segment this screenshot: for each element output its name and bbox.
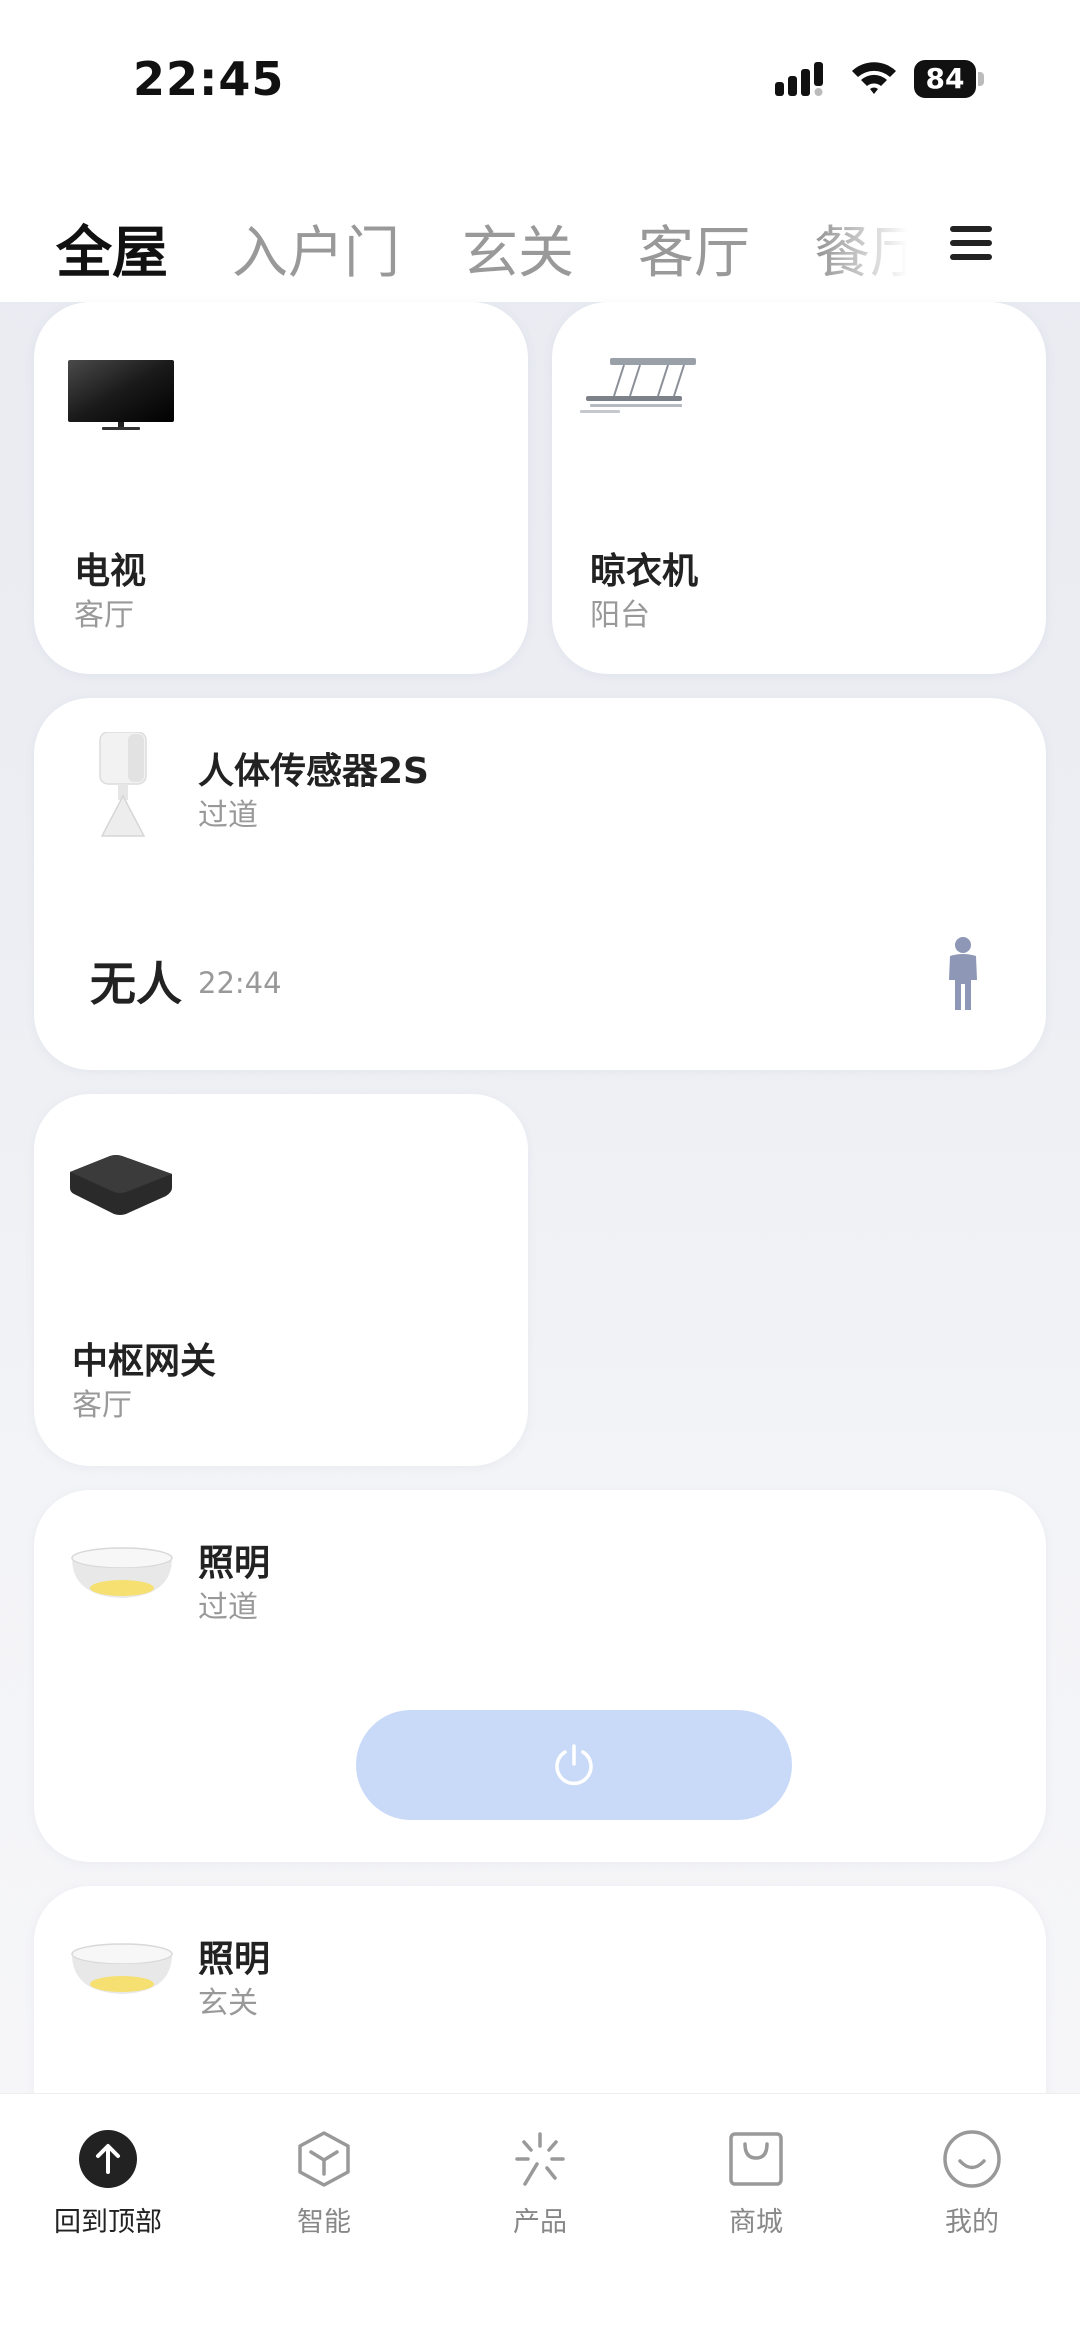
device-card-tv[interactable]: 电视 客厅 [34, 302, 528, 674]
arrow-up-icon [79, 2130, 137, 2188]
nav-back-to-top[interactable]: 回到顶部 [28, 2128, 188, 2239]
downlight-icon [71, 1547, 173, 1598]
device-card-motion-sensor[interactable]: 人体传感器2S 过道 无人 22:44 [34, 698, 1046, 1070]
power-icon [555, 1744, 593, 1786]
bottom-navigation: 回到顶部 智能 产品 商城 我的 [0, 2093, 1080, 2342]
status-time: 22:45 [133, 52, 285, 106]
wifi-icon [852, 62, 896, 94]
power-toggle-button[interactable] [356, 1710, 792, 1820]
device-card-drying-rack[interactable]: 晾衣机 阳台 [552, 302, 1046, 674]
device-room: 玄关 [198, 1986, 258, 2021]
sensor-last-time: 22:44 [198, 966, 282, 1000]
nav-store[interactable]: 商城 [676, 2128, 836, 2239]
smile-icon [943, 2130, 1001, 2188]
device-name: 人体传感器2S [198, 751, 429, 792]
gateway-hub-icon [70, 1155, 172, 1215]
room-tabs: 全屋 入户门 玄关 客厅 餐厅 [0, 160, 1080, 302]
nav-label: 我的 [945, 2207, 999, 2238]
cube-icon [298, 2131, 350, 2187]
tab-living-room[interactable]: 客厅 [638, 208, 750, 289]
battery-level: 84 [914, 60, 976, 98]
menu-icon[interactable] [950, 226, 992, 260]
tab-whole-house[interactable]: 全屋 [56, 208, 168, 289]
drying-rack-icon [580, 358, 696, 413]
device-name: 晾衣机 [590, 551, 699, 592]
nav-products[interactable]: 产品 [460, 2128, 620, 2239]
nav-label: 商城 [729, 2207, 783, 2238]
device-name: 电视 [74, 551, 147, 592]
nav-me[interactable]: 我的 [892, 2128, 1052, 2239]
tab-foyer[interactable]: 玄关 [462, 208, 574, 289]
nav-label: 产品 [513, 2207, 567, 2238]
status-bar: 22:45 84 [0, 0, 1080, 160]
downlight-icon [71, 1943, 173, 1994]
tab-entry-door[interactable]: 入户门 [232, 208, 400, 289]
nav-label: 回到顶部 [54, 2207, 162, 2238]
battery-icon: 84 [914, 60, 986, 98]
sparkle-icon [515, 2132, 565, 2186]
device-card-hub[interactable]: 中枢网关 客厅 [34, 1094, 528, 1466]
nav-smart[interactable]: 智能 [244, 2128, 404, 2239]
device-name: 照明 [198, 1939, 271, 1980]
device-name: 照明 [198, 1543, 271, 1584]
tv-icon [68, 360, 174, 430]
cellular-signal-icon [775, 62, 823, 96]
device-room: 客厅 [74, 598, 134, 633]
motion-sensor-icon [99, 732, 147, 837]
device-room: 阳台 [590, 598, 650, 633]
sensor-state: 无人 [90, 957, 182, 1011]
device-room: 过道 [198, 1590, 258, 1625]
shopping-bag-icon [729, 2132, 783, 2186]
device-name: 中枢网关 [72, 1341, 217, 1382]
device-card-light-corridor[interactable]: 照明 过道 [34, 1490, 1046, 1862]
device-room: 客厅 [72, 1388, 132, 1423]
nav-label: 智能 [297, 2207, 351, 2238]
device-room: 过道 [198, 798, 258, 833]
person-icon [949, 937, 977, 1010]
